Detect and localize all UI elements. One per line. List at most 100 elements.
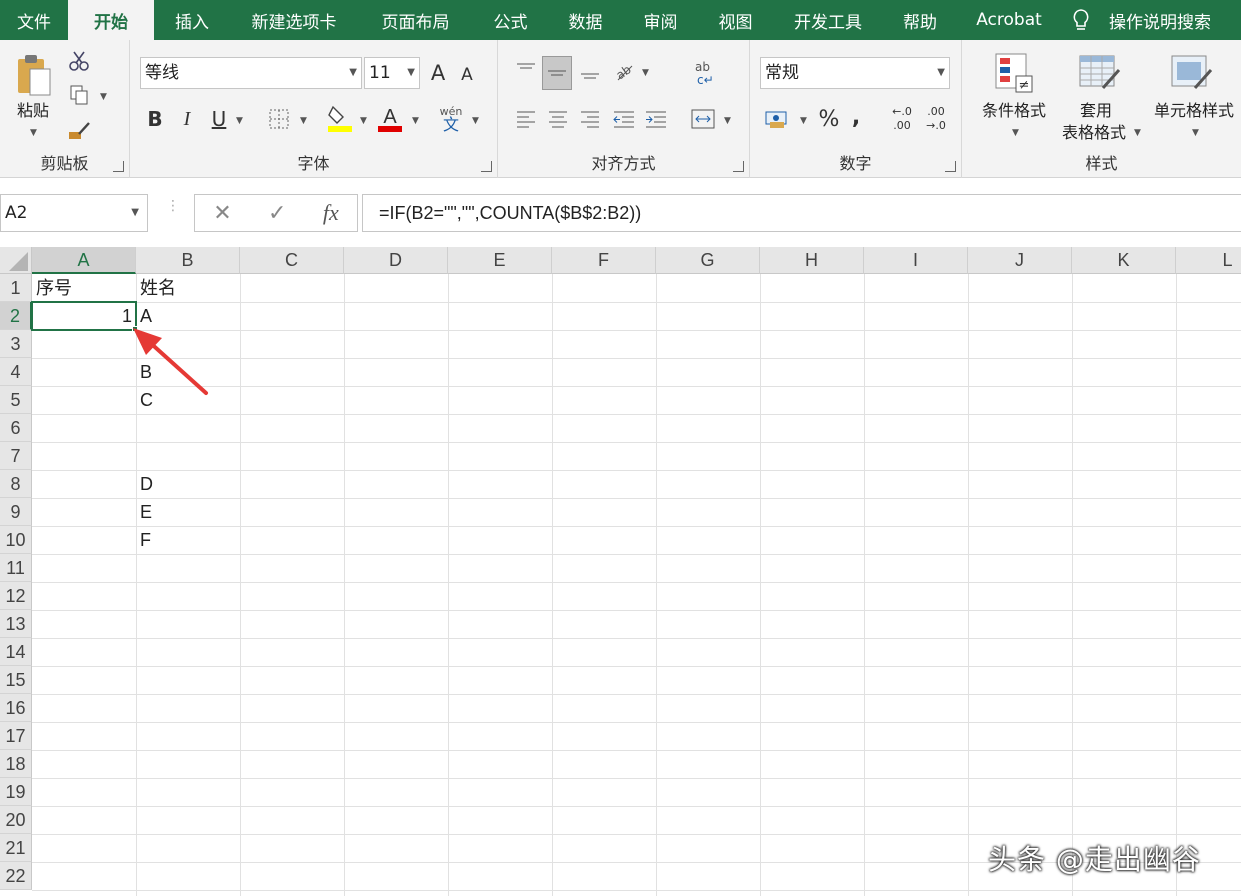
- cell-b1[interactable]: 姓名: [136, 274, 240, 302]
- copy-icon[interactable]: [66, 82, 92, 108]
- tab-new[interactable]: 新建选项卡: [230, 0, 358, 40]
- font-launcher-icon[interactable]: [481, 161, 492, 172]
- decrease-decimal-icon[interactable]: .00 →.0: [920, 102, 952, 136]
- shrink-font-button[interactable]: A: [456, 62, 478, 88]
- column-header-c[interactable]: C: [240, 247, 344, 274]
- increase-indent-icon[interactable]: [642, 104, 670, 134]
- accounting-dropdown-icon[interactable]: ▼: [800, 116, 807, 126]
- insert-function-icon[interactable]: fx: [323, 200, 339, 226]
- merge-center-icon[interactable]: [688, 104, 718, 134]
- lightbulb-icon[interactable]: [1061, 0, 1101, 40]
- row-header-16[interactable]: 16: [0, 694, 32, 722]
- column-header-b[interactable]: B: [136, 247, 240, 274]
- column-header-a[interactable]: A: [32, 247, 136, 274]
- row-header-7[interactable]: 7: [0, 442, 32, 470]
- border-dropdown-icon[interactable]: ▼: [300, 116, 307, 126]
- comma-button[interactable]: ,: [846, 102, 866, 132]
- border-icon[interactable]: [264, 104, 294, 134]
- cell-a1[interactable]: 序号: [32, 274, 136, 302]
- row-header-9[interactable]: 9: [0, 498, 32, 526]
- paste-label[interactable]: 粘贴: [8, 100, 58, 122]
- column-header-j[interactable]: J: [968, 247, 1072, 274]
- paste-icon[interactable]: [12, 50, 56, 100]
- clipboard-launcher-icon[interactable]: [113, 161, 124, 172]
- number-format-select[interactable]: 常规 ▼: [760, 57, 950, 89]
- copy-dropdown-icon[interactable]: ▼: [100, 92, 107, 102]
- row-header-5[interactable]: 5: [0, 386, 32, 414]
- selection-box[interactable]: [31, 301, 137, 331]
- table-format-icon[interactable]: [1076, 48, 1124, 96]
- column-header-f[interactable]: F: [552, 247, 656, 274]
- merge-dropdown-icon[interactable]: ▼: [724, 116, 731, 126]
- row-header-4[interactable]: 4: [0, 358, 32, 386]
- column-header-d[interactable]: D: [344, 247, 448, 274]
- align-center-icon[interactable]: [544, 104, 572, 134]
- tab-file[interactable]: 文件: [0, 0, 68, 40]
- cell-styles-label[interactable]: 单元格样式: [1144, 100, 1241, 122]
- cut-icon[interactable]: [66, 48, 92, 74]
- column-header-h[interactable]: H: [760, 247, 864, 274]
- table-format-label-1[interactable]: 套用: [1048, 100, 1144, 122]
- enter-icon[interactable]: ✓: [268, 201, 286, 226]
- row-header-8[interactable]: 8: [0, 470, 32, 498]
- row-header-1[interactable]: 1: [0, 274, 32, 302]
- accounting-format-icon[interactable]: [762, 104, 792, 134]
- tell-me-search[interactable]: 操作说明搜索: [1101, 0, 1219, 40]
- table-format-label-2[interactable]: 表格格式: [1046, 122, 1142, 144]
- cell-b9[interactable]: E: [136, 498, 240, 526]
- row-header-18[interactable]: 18: [0, 750, 32, 778]
- row-header-15[interactable]: 15: [0, 666, 32, 694]
- cell-styles-icon[interactable]: [1168, 48, 1216, 96]
- drag-handle-icon[interactable]: ⋮: [166, 199, 180, 224]
- align-left-icon[interactable]: [512, 104, 540, 134]
- font-name-select[interactable]: 等线 ▼: [140, 57, 362, 89]
- formula-input[interactable]: =IF(B2="","",COUNTA($B$2:B2)): [362, 194, 1241, 232]
- decrease-indent-icon[interactable]: [610, 104, 638, 134]
- bold-button[interactable]: B: [142, 104, 168, 134]
- column-header-k[interactable]: K: [1072, 247, 1176, 274]
- phonetic-dropdown-icon[interactable]: ▼: [472, 116, 479, 126]
- underline-button[interactable]: U: [206, 104, 232, 134]
- phonetic-icon[interactable]: wén 文: [436, 100, 466, 136]
- row-header-13[interactable]: 13: [0, 610, 32, 638]
- cancel-icon[interactable]: ✕: [213, 201, 231, 226]
- row-header-2[interactable]: 2: [0, 302, 32, 330]
- alignment-launcher-icon[interactable]: [733, 161, 744, 172]
- row-header-14[interactable]: 14: [0, 638, 32, 666]
- increase-decimal-icon[interactable]: ←.0 .00: [886, 102, 918, 136]
- tab-help[interactable]: 帮助: [883, 0, 957, 40]
- underline-dropdown-icon[interactable]: ▼: [236, 116, 243, 126]
- tab-review[interactable]: 审阅: [623, 0, 698, 40]
- cell-b10[interactable]: F: [136, 526, 240, 554]
- row-header-21[interactable]: 21: [0, 834, 32, 862]
- row-header-11[interactable]: 11: [0, 554, 32, 582]
- align-bottom-icon[interactable]: [576, 56, 604, 86]
- column-header-g[interactable]: G: [656, 247, 760, 274]
- row-header-6[interactable]: 6: [0, 414, 32, 442]
- grow-font-button[interactable]: A: [426, 58, 450, 88]
- paste-dropdown-icon[interactable]: ▼: [30, 128, 37, 138]
- font-color-icon[interactable]: A: [376, 102, 404, 134]
- column-header-l[interactable]: L: [1176, 247, 1241, 274]
- tab-acrobat[interactable]: Acrobat: [957, 0, 1061, 40]
- orientation-dropdown-icon[interactable]: ▼: [642, 68, 649, 78]
- cell-b8[interactable]: D: [136, 470, 240, 498]
- align-top-icon[interactable]: [512, 56, 540, 86]
- row-header-20[interactable]: 20: [0, 806, 32, 834]
- wrap-text-icon[interactable]: ab c↵: [688, 56, 718, 90]
- row-header-22[interactable]: 22: [0, 862, 32, 890]
- select-all-button[interactable]: [0, 247, 32, 274]
- tab-formulas[interactable]: 公式: [473, 0, 548, 40]
- tab-developer[interactable]: 开发工具: [773, 0, 883, 40]
- conditional-dropdown-icon[interactable]: ▼: [1012, 128, 1019, 138]
- row-header-12[interactable]: 12: [0, 582, 32, 610]
- number-launcher-icon[interactable]: [945, 161, 956, 172]
- format-painter-icon[interactable]: [66, 118, 92, 144]
- tab-page-layout[interactable]: 页面布局: [358, 0, 473, 40]
- font-color-dropdown-icon[interactable]: ▼: [412, 116, 419, 126]
- align-right-icon[interactable]: [576, 104, 604, 134]
- orientation-icon[interactable]: ab: [610, 56, 638, 86]
- conditional-format-icon[interactable]: ≠: [990, 48, 1038, 96]
- tab-data[interactable]: 数据: [548, 0, 623, 40]
- column-header-e[interactable]: E: [448, 247, 552, 274]
